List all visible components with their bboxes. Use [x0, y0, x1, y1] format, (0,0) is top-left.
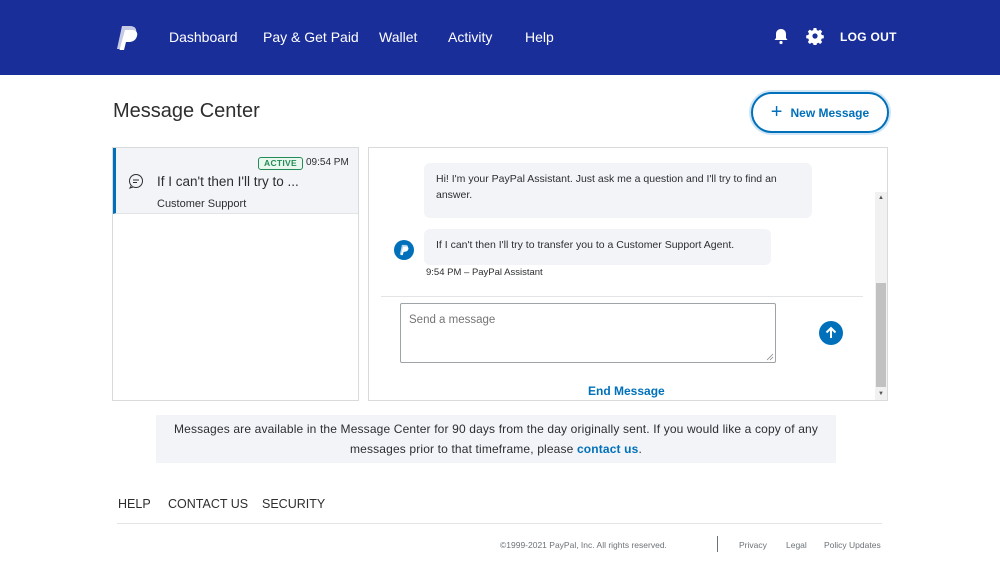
- new-message-label: New Message: [790, 105, 870, 120]
- assistant-message: Hi! I'm your PayPal Assistant. Just ask …: [424, 163, 812, 218]
- status-badge: ACTIVE: [258, 157, 303, 170]
- footer-help-link[interactable]: HELP: [118, 497, 151, 511]
- plus-icon: +: [770, 100, 783, 123]
- nav-pay-and-get-paid[interactable]: Pay & Get Paid: [263, 29, 359, 45]
- nav-activity[interactable]: Activity: [448, 29, 492, 45]
- nav-help[interactable]: Help: [525, 29, 554, 45]
- new-message-button[interactable]: + New Message: [751, 92, 889, 133]
- logout-button[interactable]: LOG OUT: [840, 30, 897, 44]
- retention-notice-suffix: .: [638, 441, 642, 456]
- privacy-link[interactable]: Privacy: [739, 540, 767, 550]
- retention-notice-text: Messages are available in the Message Ce…: [173, 422, 819, 456]
- scroll-down-arrow-icon[interactable]: ▼: [875, 388, 887, 400]
- footer-security-link[interactable]: SECURITY: [262, 497, 325, 511]
- footer-separator: [717, 536, 718, 552]
- nav-wallet[interactable]: Wallet: [379, 29, 417, 45]
- end-message-link[interactable]: End Message: [588, 384, 665, 398]
- arrow-up-icon: [825, 326, 837, 338]
- paypal-avatar-icon: [394, 240, 414, 260]
- policy-updates-link[interactable]: Policy Updates: [824, 540, 881, 550]
- chat-scrollbar[interactable]: ▲ ▼: [875, 192, 887, 400]
- paypal-logo[interactable]: [116, 24, 140, 52]
- copyright: ©1999-2021 PayPal, Inc. All rights reser…: [500, 540, 667, 550]
- gear-icon[interactable]: [806, 27, 824, 45]
- resize-handle-icon[interactable]: [766, 353, 774, 361]
- send-button[interactable]: [819, 321, 843, 345]
- message-input[interactable]: [400, 303, 776, 363]
- scroll-up-arrow-icon[interactable]: ▲: [875, 192, 887, 204]
- bell-icon[interactable]: [772, 27, 790, 45]
- conversation-item[interactable]: ACTIVE 09:54 PM If I can't then I'll try…: [113, 148, 358, 214]
- conversation-list: ACTIVE 09:54 PM If I can't then I'll try…: [112, 147, 359, 401]
- conversation-preview: If I can't then I'll try to ...: [157, 174, 299, 189]
- legal-link[interactable]: Legal: [786, 540, 807, 550]
- top-navigation-bar: Dashboard Pay & Get Paid Wallet Activity…: [0, 0, 1000, 75]
- assistant-message: If I can't then I'll try to transfer you…: [424, 229, 771, 265]
- contact-us-link[interactable]: contact us: [577, 442, 639, 456]
- message-timestamp: 9:54 PM – PayPal Assistant: [426, 267, 543, 278]
- retention-notice: Messages are available in the Message Ce…: [156, 415, 836, 463]
- footer-contact-us-link[interactable]: CONTACT US: [168, 497, 248, 511]
- divider: [381, 296, 863, 297]
- footer-divider: [117, 523, 882, 524]
- page-title: Message Center: [113, 100, 260, 122]
- conversation-sender: Customer Support: [157, 198, 247, 210]
- chat-bubble-icon: [128, 174, 143, 189]
- scroll-thumb[interactable]: [876, 283, 886, 387]
- chat-panel: Hi! I'm your PayPal Assistant. Just ask …: [368, 147, 888, 401]
- nav-dashboard[interactable]: Dashboard: [169, 29, 238, 45]
- conversation-time: 09:54 PM: [306, 157, 349, 168]
